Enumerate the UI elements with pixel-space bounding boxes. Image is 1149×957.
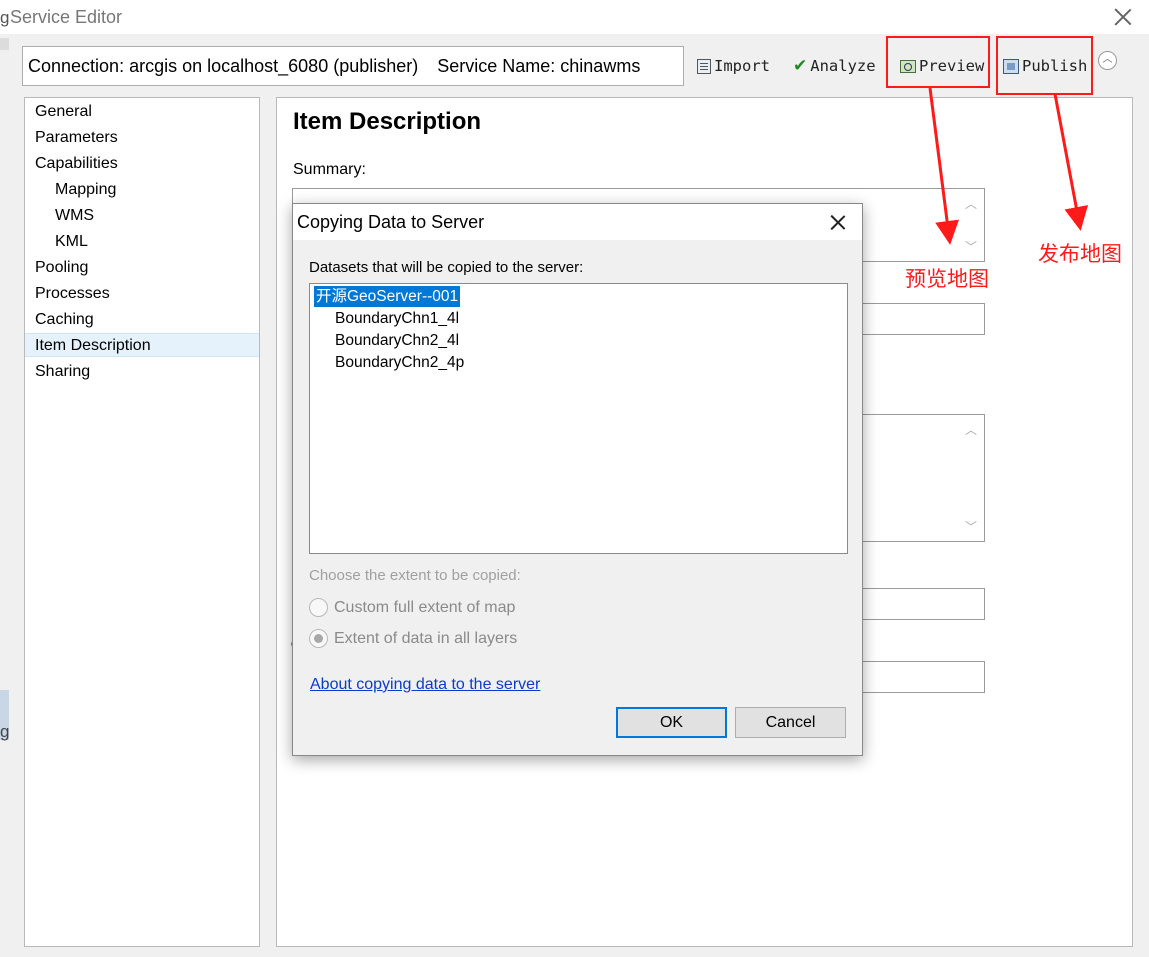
title-edge-glyph: g xyxy=(0,8,10,27)
analyze-button[interactable]: ✔ Analyze xyxy=(793,54,876,78)
sidebar-item-kml[interactable]: KML xyxy=(55,230,88,254)
sidebar-item-sharing[interactable]: Sharing xyxy=(35,360,90,384)
sidebar-item-pooling[interactable]: Pooling xyxy=(35,256,88,280)
left-edge-glyph: g xyxy=(0,722,10,741)
description-scrollbar[interactable]: ︿ ﹀ xyxy=(958,415,984,541)
sidebar-item-processes[interactable]: Processes xyxy=(35,282,110,306)
window-title: Service Editor xyxy=(10,7,123,27)
list-item[interactable]: BoundaryChn2_4p xyxy=(335,352,464,373)
cancel-button[interactable]: Cancel xyxy=(735,707,846,738)
sidebar-item-mapping[interactable]: Mapping xyxy=(55,178,116,202)
publish-highlight-box xyxy=(996,36,1093,95)
scroll-down-icon[interactable]: ﹀ xyxy=(958,238,984,255)
checkmark-icon: ✔ xyxy=(793,56,808,76)
import-button[interactable]: Import xyxy=(697,54,770,78)
summary-scrollbar[interactable]: ︿ ﹀ xyxy=(958,189,984,261)
radio-button[interactable] xyxy=(309,629,328,648)
dialog-title: Copying Data to Server xyxy=(297,212,485,232)
collapse-toolbar-icon[interactable]: ︿ xyxy=(1098,51,1117,70)
radio-all-layers-extent[interactable]: Extent of data in all layers xyxy=(309,629,517,648)
close-icon[interactable] xyxy=(1112,6,1134,28)
scroll-up-icon[interactable]: ︿ xyxy=(958,195,984,212)
datasets-list[interactable]: 开源GeoServer--001 BoundaryChn1_4l Boundar… xyxy=(309,283,848,554)
page-title: Item Description xyxy=(293,108,482,135)
sidebar-item-capabilities[interactable]: Capabilities xyxy=(35,152,118,176)
dialog-title-bar: Copying Data to Server xyxy=(293,204,862,240)
about-copying-link[interactable]: About copying data to the server xyxy=(310,676,540,694)
service-name-text: Service Name: chinawms xyxy=(437,56,641,76)
summary-label: Summary: xyxy=(293,161,366,178)
list-item[interactable]: BoundaryChn2_4l xyxy=(335,330,459,351)
scroll-down-icon[interactable]: ﹀ xyxy=(958,518,984,535)
ok-button[interactable]: OK xyxy=(616,707,727,738)
list-item[interactable]: 开源GeoServer--001 xyxy=(314,286,461,307)
sidebar-item-caching[interactable]: Caching xyxy=(35,308,94,332)
preview-highlight-box xyxy=(886,36,990,88)
service-editor-window: g Service Editor g Connection: arcgis on… xyxy=(0,0,1149,957)
radio-custom-label: Custom full extent of map xyxy=(334,598,516,616)
copying-data-dialog: Copying Data to Server Datasets that wil… xyxy=(292,203,863,756)
connection-text: Connection: arcgis on localhost_6080 (pu… xyxy=(28,56,419,76)
sidebar-item-wms[interactable]: WMS xyxy=(55,204,94,228)
scroll-up-icon[interactable]: ︿ xyxy=(958,421,984,438)
preview-annotation-text: 预览地图 xyxy=(905,267,989,291)
sidebar-nav: General Parameters Capabilities Mapping … xyxy=(24,97,260,947)
radio-custom-extent[interactable]: Custom full extent of map xyxy=(309,598,515,617)
datasets-label: Datasets that will be copied to the serv… xyxy=(309,259,584,276)
publish-annotation-text: 发布地图 xyxy=(1038,242,1122,266)
connection-info-box: Connection: arcgis on localhost_6080 (pu… xyxy=(22,46,684,86)
extent-label: Choose the extent to be copied: xyxy=(309,567,521,584)
list-item[interactable]: BoundaryChn1_4l xyxy=(335,308,459,329)
radio-all-layers-label: Extent of data in all layers xyxy=(334,629,518,647)
sidebar-item-item-description[interactable]: Item Description xyxy=(25,333,259,357)
analyze-label: Analyze xyxy=(810,57,876,75)
background-window-edge xyxy=(0,38,9,50)
import-icon xyxy=(697,58,711,74)
radio-button[interactable] xyxy=(309,598,328,617)
title-bar: g Service Editor xyxy=(0,0,1149,34)
import-label: Import xyxy=(714,57,770,75)
close-icon[interactable] xyxy=(829,213,847,231)
sidebar-item-general[interactable]: General xyxy=(35,100,92,124)
sidebar-item-parameters[interactable]: Parameters xyxy=(35,126,118,150)
